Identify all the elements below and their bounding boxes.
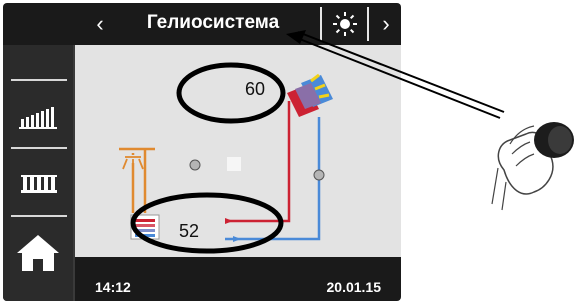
time-label: 14:12 [95, 279, 131, 295]
radiator-icon [19, 107, 57, 129]
solar-schema [119, 62, 333, 254]
dhw-pipe [131, 149, 147, 213]
header-divider [367, 7, 369, 41]
sidebar-divider [11, 79, 67, 81]
pump-icon [313, 169, 325, 181]
status-bar: 14:12 20.01.15 [75, 271, 401, 301]
home-icon [17, 235, 59, 271]
sun-button[interactable] [325, 7, 365, 41]
collector-highlight [176, 62, 286, 124]
next-button[interactable]: › [373, 7, 399, 41]
sun-icon [333, 12, 357, 36]
prev-button[interactable]: ‹ [85, 7, 115, 41]
sidebar-divider [11, 147, 67, 149]
sidebar-item-home[interactable] [3, 221, 71, 283]
header-bar: ‹ Гелиосистема › [3, 3, 401, 45]
header-divider [320, 7, 322, 41]
page-title: Гелиосистема [146, 12, 280, 33]
date-label: 20.01.15 [326, 279, 382, 295]
sidebar [3, 45, 75, 301]
chevron-right-icon: › [382, 11, 390, 36]
sidebar-item-radiator[interactable] [3, 153, 71, 215]
sidebar-item-heating[interactable] [3, 85, 71, 147]
pump-icon [189, 159, 201, 171]
collector-temp: 60 [245, 79, 266, 99]
shower-icon [122, 156, 144, 170]
device-screen: ‹ Гелиосистема › 60 52 14:12 20.01.15 [3, 3, 401, 301]
hand-knob-icon[interactable] [490, 104, 580, 214]
radiator-small-icon [21, 175, 57, 193]
placeholder-square [227, 157, 241, 171]
chevron-left-icon: ‹ [96, 11, 104, 36]
sidebar-divider [11, 215, 67, 217]
tank-temp: 52 [179, 221, 200, 241]
solar-diagram: 60 52 [75, 45, 401, 257]
